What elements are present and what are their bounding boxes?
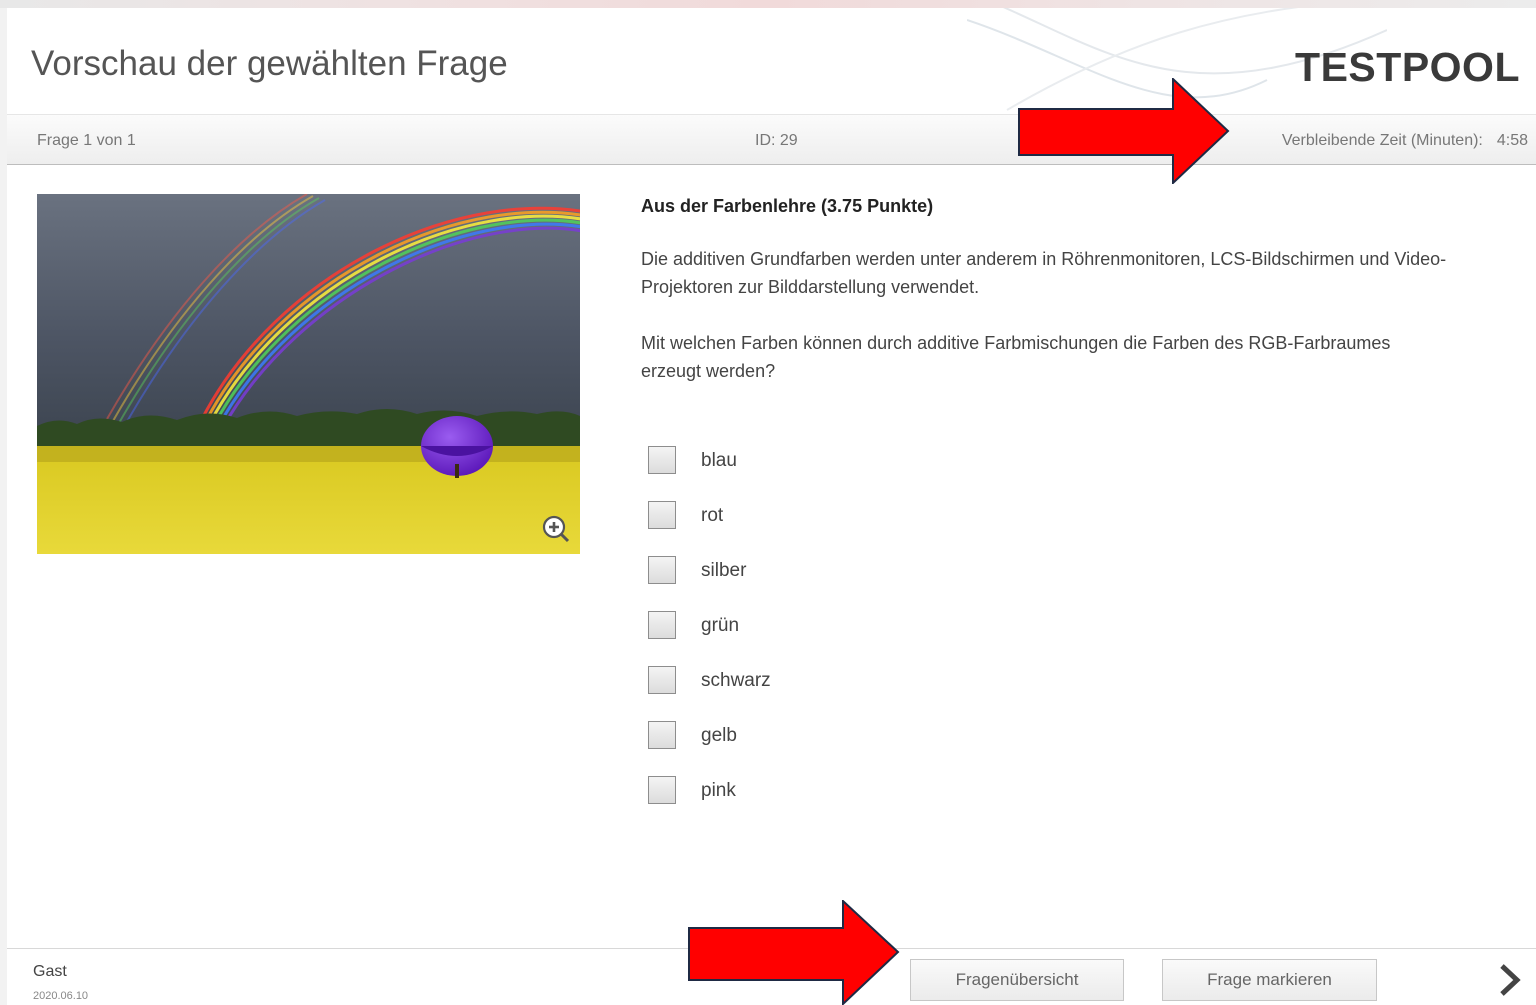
user-name: Gast bbox=[33, 963, 67, 980]
top-strip bbox=[0, 0, 1536, 8]
remaining-time-value: 4:58 bbox=[1496, 132, 1528, 149]
question-title: Aus der Farbenlehre (3.75 Punkte) bbox=[641, 196, 934, 216]
option-checkbox[interactable] bbox=[648, 501, 676, 529]
preview-window: Vorschau der gewählten Frage TESTPOOL Fr… bbox=[7, 8, 1536, 1005]
header: Vorschau der gewählten Frage TESTPOOL bbox=[7, 8, 1536, 114]
question-image bbox=[37, 194, 580, 554]
option-checkbox[interactable] bbox=[648, 446, 676, 474]
option-checkbox[interactable] bbox=[648, 556, 676, 584]
mark-question-button[interactable]: Frage markieren bbox=[1162, 959, 1377, 1001]
option-checkbox[interactable] bbox=[648, 721, 676, 749]
question-overview-button[interactable]: Fragenübersicht bbox=[910, 959, 1124, 1001]
question-content: Aus der Farbenlehre (3.75 Punkte) Die ad… bbox=[641, 196, 1501, 385]
option-checkbox[interactable] bbox=[648, 776, 676, 804]
zoom-in-icon[interactable] bbox=[542, 515, 570, 543]
option-checkbox[interactable] bbox=[648, 666, 676, 694]
page-title: Vorschau der gewählten Frage bbox=[31, 44, 508, 83]
question-counter: Frage 1 von 1 bbox=[37, 132, 136, 149]
chevron-right-icon[interactable] bbox=[1497, 963, 1523, 997]
option-checkbox[interactable] bbox=[648, 611, 676, 639]
question-text-intro: Die additiven Grundfarben werden unter a… bbox=[641, 249, 1447, 297]
option-label[interactable]: blau bbox=[701, 450, 737, 472]
question-id: ID: 29 bbox=[755, 132, 798, 149]
question-info-bar: Frage 1 von 1 ID: 29 Verbleibende Zeit (… bbox=[7, 114, 1536, 165]
remaining-time: Verbleibende Zeit (Minuten): 4:58 bbox=[1282, 132, 1528, 150]
option-label[interactable]: silber bbox=[701, 560, 746, 582]
red-arrow-annotation-timer bbox=[1018, 78, 1230, 184]
option-label[interactable]: grün bbox=[701, 615, 739, 637]
option-label[interactable]: pink bbox=[701, 780, 736, 802]
option-label[interactable]: rot bbox=[701, 505, 723, 527]
rainbow-field-image bbox=[37, 194, 580, 554]
brand-logo: TESTPOOL bbox=[1295, 44, 1520, 90]
remaining-time-label: Verbleibende Zeit (Minuten): bbox=[1281, 132, 1483, 149]
option-label[interactable]: gelb bbox=[701, 725, 737, 747]
red-arrow-annotation-overview bbox=[688, 900, 900, 1005]
question-text-prompt: Mit welchen Farben können durch additive… bbox=[641, 333, 1391, 381]
session-date: 2020.06.10 bbox=[33, 990, 89, 1002]
option-label[interactable]: schwarz bbox=[701, 670, 771, 692]
